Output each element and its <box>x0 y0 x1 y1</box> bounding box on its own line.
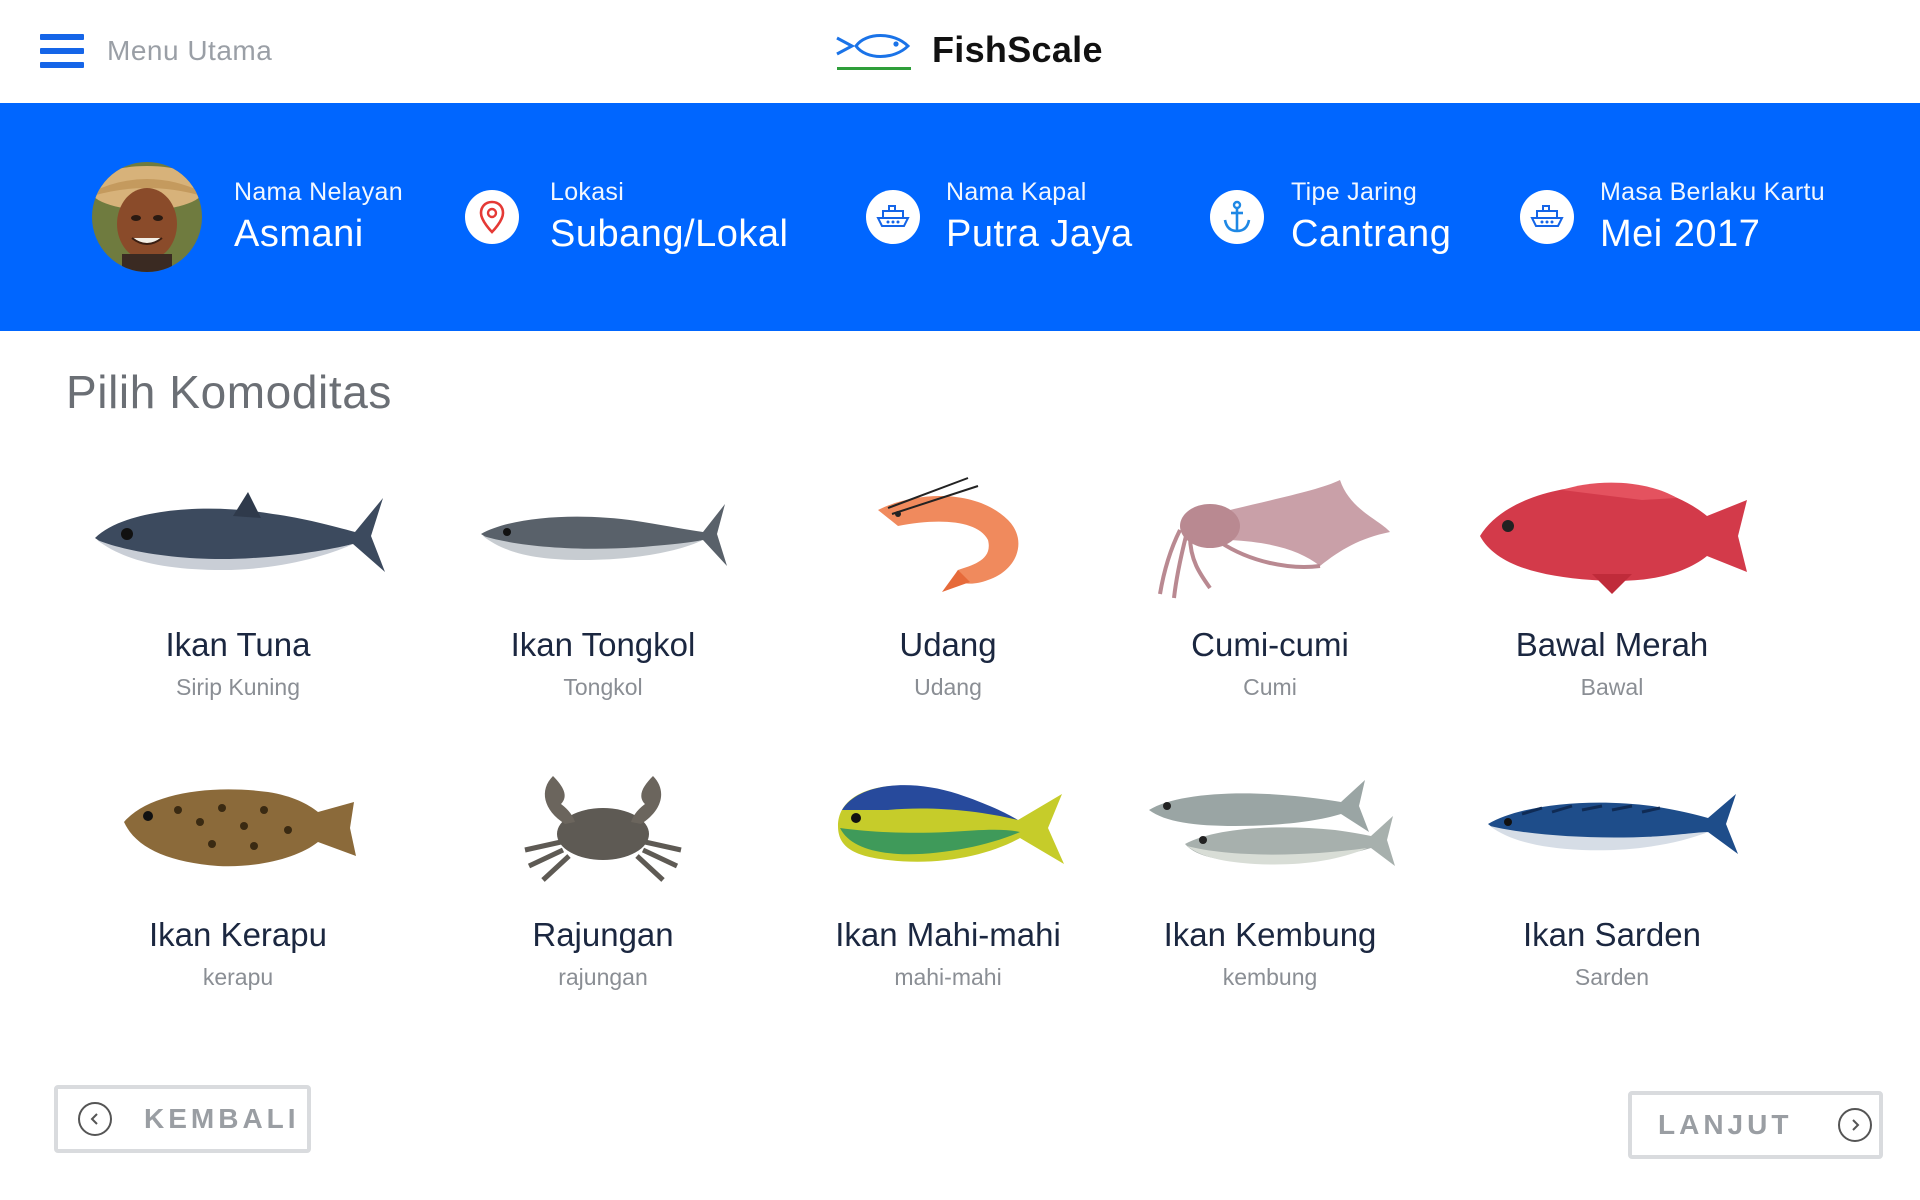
squid-icon <box>1158 480 1390 599</box>
back-button[interactable]: KEMBALI <box>54 1085 311 1153</box>
main-menu-label[interactable]: Menu Utama <box>107 35 272 67</box>
location-pin-icon <box>465 190 519 244</box>
commodity-name: Ikan Sarden <box>1523 916 1701 953</box>
commodity-name: Bawal Merah <box>1515 626 1709 663</box>
commodity-subname: kembung <box>1222 964 1318 990</box>
fisher-name-value: Asmani <box>234 213 364 255</box>
commodity-name: Ikan Kerapu <box>149 916 327 953</box>
commodity-card-kembung[interactable]: Ikan Kembung kembung <box>1100 750 1440 991</box>
location-info: Lokasi Subang/Lokal <box>465 103 788 331</box>
fisher-info-banner: Nama Nelayan Asmani Lokasi Subang/Lokal <box>0 103 1920 331</box>
commodity-card-mahi-mahi[interactable]: Ikan Mahi-mahi mahi-mahi <box>778 750 1118 991</box>
ship-icon <box>1520 190 1574 244</box>
fisher-name-label: Nama Nelayan <box>234 178 403 206</box>
main-menu-button[interactable]: Menu Utama <box>40 34 272 68</box>
next-button[interactable]: LANJUT <box>1628 1091 1883 1159</box>
anchor-icon <box>1210 190 1264 244</box>
net-type-value: Cantrang <box>1291 213 1452 255</box>
commodity-card-sarden[interactable]: Ikan Sarden Sarden <box>1442 750 1782 991</box>
commodity-card-tuna[interactable]: Ikan Tuna Sirip Kuning <box>68 460 408 701</box>
commodity-name: Udang <box>899 626 997 663</box>
hamburger-menu-icon[interactable] <box>40 34 84 68</box>
card-validity-info: Masa Berlaku Kartu Mei 2017 <box>1520 103 1825 331</box>
commodity-card-bawal-merah[interactable]: Bawal Merah Bawal <box>1442 460 1782 701</box>
brand: FishScale <box>834 26 1103 74</box>
commodity-subname: rajungan <box>558 964 648 990</box>
commodity-card-tongkol[interactable]: Ikan Tongkol Tongkol <box>433 460 773 701</box>
location-label: Lokasi <box>550 178 625 206</box>
net-info: Tipe Jaring Cantrang <box>1210 103 1451 331</box>
commodity-name: Ikan Mahi-mahi <box>835 916 1061 953</box>
commodity-name: Cumi-cumi <box>1191 626 1349 663</box>
chevron-left-icon <box>78 1102 112 1136</box>
ship-name-value: Putra Jaya <box>946 213 1133 255</box>
ship-info: Nama Kapal Putra Jaya <box>866 103 1133 331</box>
grouper-icon <box>124 789 356 867</box>
commodity-subname: Sarden <box>1574 964 1650 990</box>
commodity-card-udang[interactable]: Udang Udang <box>778 460 1118 701</box>
mackerel-pair-icon <box>1149 780 1395 866</box>
top-bar: Menu Utama FishScale <box>0 0 1920 103</box>
tongkol-fish-icon <box>481 504 727 566</box>
commodity-card-rajungan[interactable]: Rajungan rajungan <box>433 750 773 991</box>
ship-icon <box>866 190 920 244</box>
crab-icon <box>524 776 682 882</box>
card-validity-value: Mei 2017 <box>1600 213 1761 255</box>
commodity-subname: mahi-mahi <box>894 964 1002 990</box>
brand-name: FishScale <box>932 29 1103 70</box>
commodity-name: Ikan Tuna <box>165 626 311 663</box>
commodity-subname: Tongkol <box>563 674 643 700</box>
mahi-mahi-icon <box>838 785 1064 864</box>
fish-logo-icon <box>836 34 911 70</box>
section-title: Pilih Komoditas <box>66 366 393 418</box>
sardine-icon <box>1488 794 1738 854</box>
shrimp-icon <box>878 477 1019 592</box>
commodity-subname: kerapu <box>202 964 274 990</box>
commodity-name: Rajungan <box>532 916 674 953</box>
commodity-card-kerapu[interactable]: Ikan Kerapu kerapu <box>68 750 408 991</box>
commodity-subname: Udang <box>914 674 982 700</box>
commodity-subname: Sirip Kuning <box>175 674 301 700</box>
commodity-subname: Cumi <box>1243 674 1297 700</box>
commodity-card-cumi[interactable]: Cumi-cumi Cumi <box>1100 460 1440 701</box>
fisher-avatar <box>92 162 202 272</box>
location-value: Subang/Lokal <box>550 213 789 255</box>
commodity-name: Ikan Tongkol <box>510 626 696 663</box>
commodity-name: Ikan Kembung <box>1163 916 1377 953</box>
fisher-info: Nama Nelayan Asmani <box>92 103 403 331</box>
card-validity-label: Masa Berlaku Kartu <box>1600 178 1825 206</box>
commodity-subname: Bawal <box>1580 674 1644 700</box>
tuna-fish-icon <box>95 492 385 572</box>
back-button-label: KEMBALI <box>144 1103 300 1134</box>
red-snapper-icon <box>1480 482 1747 594</box>
net-type-label: Tipe Jaring <box>1291 178 1418 206</box>
chevron-right-icon <box>1838 1108 1873 1142</box>
next-button-label: LANJUT <box>1658 1109 1793 1140</box>
ship-name-label: Nama Kapal <box>946 178 1087 206</box>
